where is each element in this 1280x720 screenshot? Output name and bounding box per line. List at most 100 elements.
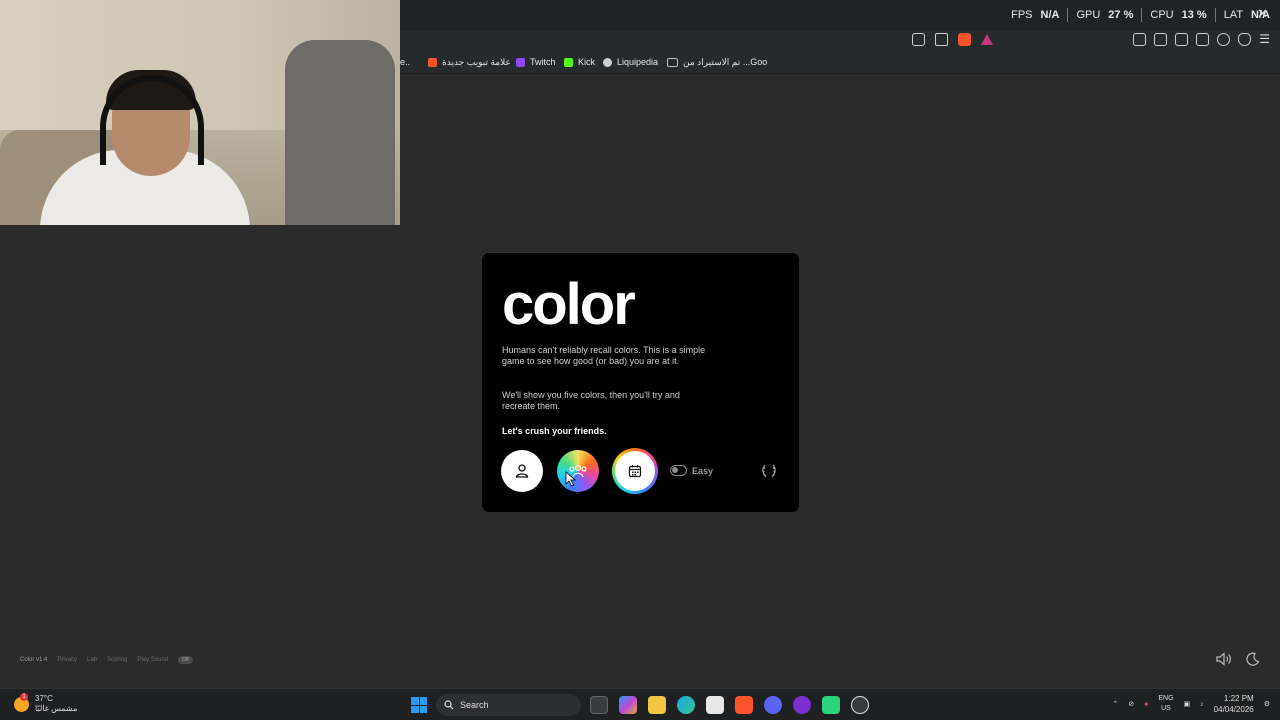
hud-divider <box>1214 8 1216 22</box>
weather-widget[interactable]: 1 37°C مشمس غالبًا <box>14 692 77 714</box>
search-label: Search <box>460 700 489 710</box>
bookmark-liquipedia[interactable]: Liquipedia <box>603 57 658 67</box>
bookmark-label: علامة تبويب جديدة <box>442 57 511 67</box>
person-icon <box>515 464 529 478</box>
pinned-apps <box>590 696 869 714</box>
menu-icon[interactable]: ☰ <box>1259 33 1270 46</box>
extensions-icon[interactable] <box>1133 33 1147 46</box>
play-sound-link[interactable]: Play Sound <box>137 657 168 663</box>
windows-start-icon[interactable] <box>411 697 427 713</box>
desktop-screen: FPS N/A GPU 27 % CPU 13 % LAT N/A ☰ e.. … <box>0 0 1280 720</box>
page-footer: Color v1.4 Privacy Lab Scoring Play Soun… <box>20 656 193 664</box>
app-ring-icon[interactable] <box>793 696 811 714</box>
discord-icon[interactable] <box>764 696 782 714</box>
game-tagline: Let's crush your friends. <box>502 426 607 436</box>
microphone-icon[interactable]: ● <box>1144 701 1148 708</box>
toolbar-center-icons <box>912 33 993 46</box>
webcam-gaming-chair <box>285 40 395 225</box>
volume-icon[interactable] <box>1216 652 1232 666</box>
hud-divider <box>1141 8 1143 22</box>
cpu-value: 13 % <box>1181 9 1207 21</box>
weather-condition: مشمس غالبًا <box>35 704 78 713</box>
liquipedia-icon <box>603 57 612 67</box>
search-icon <box>444 700 454 710</box>
bookmark-twitch[interactable]: Twitch <box>516 57 556 67</box>
bookmark-label: Liquipedia <box>617 57 659 67</box>
language-indicator[interactable]: ENG US <box>1158 694 1173 714</box>
brave-browser-icon[interactable] <box>735 696 753 714</box>
bookmark-kick[interactable]: Kick <box>564 57 595 67</box>
notifications-icon[interactable]: ⚙ <box>1264 700 1270 708</box>
monitor-icon[interactable]: ▣ <box>1184 700 1191 708</box>
brave-rewards-icon[interactable] <box>981 34 993 45</box>
system-tray: ⌃ ⊘ ● ENG US ▣ ♪ 1:22 PM 04/04/2026 ⚙ <box>1112 693 1270 715</box>
wallet-icon[interactable] <box>1154 33 1168 46</box>
twitch-icon <box>516 57 525 67</box>
microsoft-store-icon[interactable] <box>706 696 724 714</box>
tab-search-icon[interactable] <box>1196 33 1210 46</box>
bookmark-new-tab[interactable]: علامة تبويب جديدة <box>428 57 511 68</box>
file-explorer-icon[interactable] <box>648 696 666 714</box>
calendar-icon <box>628 465 642 478</box>
daily-button-inner <box>615 451 655 491</box>
lat-label: LAT <box>1223 9 1244 21</box>
multiplayer-button[interactable] <box>557 450 599 492</box>
microsoft-365-icon[interactable] <box>619 696 637 714</box>
windows-taskbar: 1 37°C مشمس غالبًا Search ⌃ ⊘ ● ENG US ▣… <box>0 688 1280 720</box>
version-label: Color v1.4 <box>20 657 48 663</box>
clock[interactable]: 1:22 PM 04/04/2026 <box>1214 693 1254 715</box>
edge-icon[interactable] <box>677 696 695 714</box>
kick-icon <box>564 57 573 67</box>
cast-icon[interactable] <box>912 33 925 46</box>
temperature: 37°C <box>35 694 53 703</box>
toolbar-right-icons: ☰ <box>1133 33 1270 46</box>
privacy-link[interactable]: Privacy <box>57 657 77 663</box>
sidebar-icon[interactable] <box>1175 33 1189 46</box>
game-title: color <box>502 272 636 337</box>
performance-overlay: FPS N/A GPU 27 % CPU 13 % LAT N/A <box>1011 8 1270 22</box>
leo-ai-icon[interactable] <box>1217 33 1231 46</box>
difficulty-toggle[interactable] <box>670 465 687 476</box>
hud-divider <box>1067 8 1069 22</box>
bookmark-label: Kick <box>578 57 596 67</box>
gpu-value: 27 % <box>1108 9 1134 21</box>
app-settings-icon[interactable] <box>851 696 869 714</box>
game-intro-card: color Humans can't reliably recall color… <box>482 253 799 512</box>
fps-value: N/A <box>1040 9 1060 21</box>
scoring-link[interactable]: Scoring <box>107 657 127 663</box>
daily-challenge-button[interactable] <box>612 448 658 494</box>
cpu-label: CPU <box>1150 9 1174 21</box>
gpu-label: GPU <box>1076 9 1101 21</box>
chevron-up-icon[interactable]: ⌃ <box>1112 700 1118 708</box>
difficulty-label: Easy <box>692 466 714 476</box>
share-icon[interactable] <box>935 33 948 46</box>
notification-badge: 1 <box>20 692 28 701</box>
sound-state-badge[interactable]: Off <box>178 656 193 664</box>
game-instructions: We'll show you five colors, then you'll … <box>502 390 680 411</box>
weather-text: 37°C مشمس غالبًا <box>35 694 77 714</box>
game-description: Humans can't reliably recall colors. Thi… <box>502 345 706 366</box>
solo-play-button[interactable] <box>501 450 543 492</box>
network-off-icon[interactable]: ⊘ <box>1128 700 1134 708</box>
bookmark-label: Twitch <box>530 57 556 67</box>
task-view-icon[interactable] <box>590 696 608 714</box>
sun-icon: 1 <box>14 692 29 712</box>
time: 1:22 PM <box>1223 694 1254 703</box>
close-icon[interactable]: ✕ <box>1257 6 1268 22</box>
brave-shields-icon[interactable] <box>958 33 971 46</box>
bookmark-imported-folder[interactable]: تم الاستيراد من ...Goo <box>667 57 767 68</box>
whatsapp-icon[interactable] <box>822 696 840 714</box>
bookmark-label: تم الاستيراد من ...Goo <box>683 57 768 67</box>
bookmark-overflow[interactable]: e.. <box>400 57 410 67</box>
dark-mode-moon-icon[interactable] <box>1246 652 1260 666</box>
taskbar-search[interactable]: Search <box>436 694 581 716</box>
leaderboard-laurel-icon[interactable] <box>760 462 778 480</box>
mouse-cursor-icon <box>565 471 577 487</box>
lab-link[interactable]: Lab <box>87 657 97 663</box>
date: 04/04/2026 <box>1213 705 1254 714</box>
webcam-overlay <box>0 0 400 225</box>
vpn-shield-icon[interactable] <box>1238 33 1252 46</box>
corner-controls <box>1216 652 1260 666</box>
speaker-icon[interactable]: ♪ <box>1200 701 1204 708</box>
fps-label: FPS <box>1011 9 1033 21</box>
